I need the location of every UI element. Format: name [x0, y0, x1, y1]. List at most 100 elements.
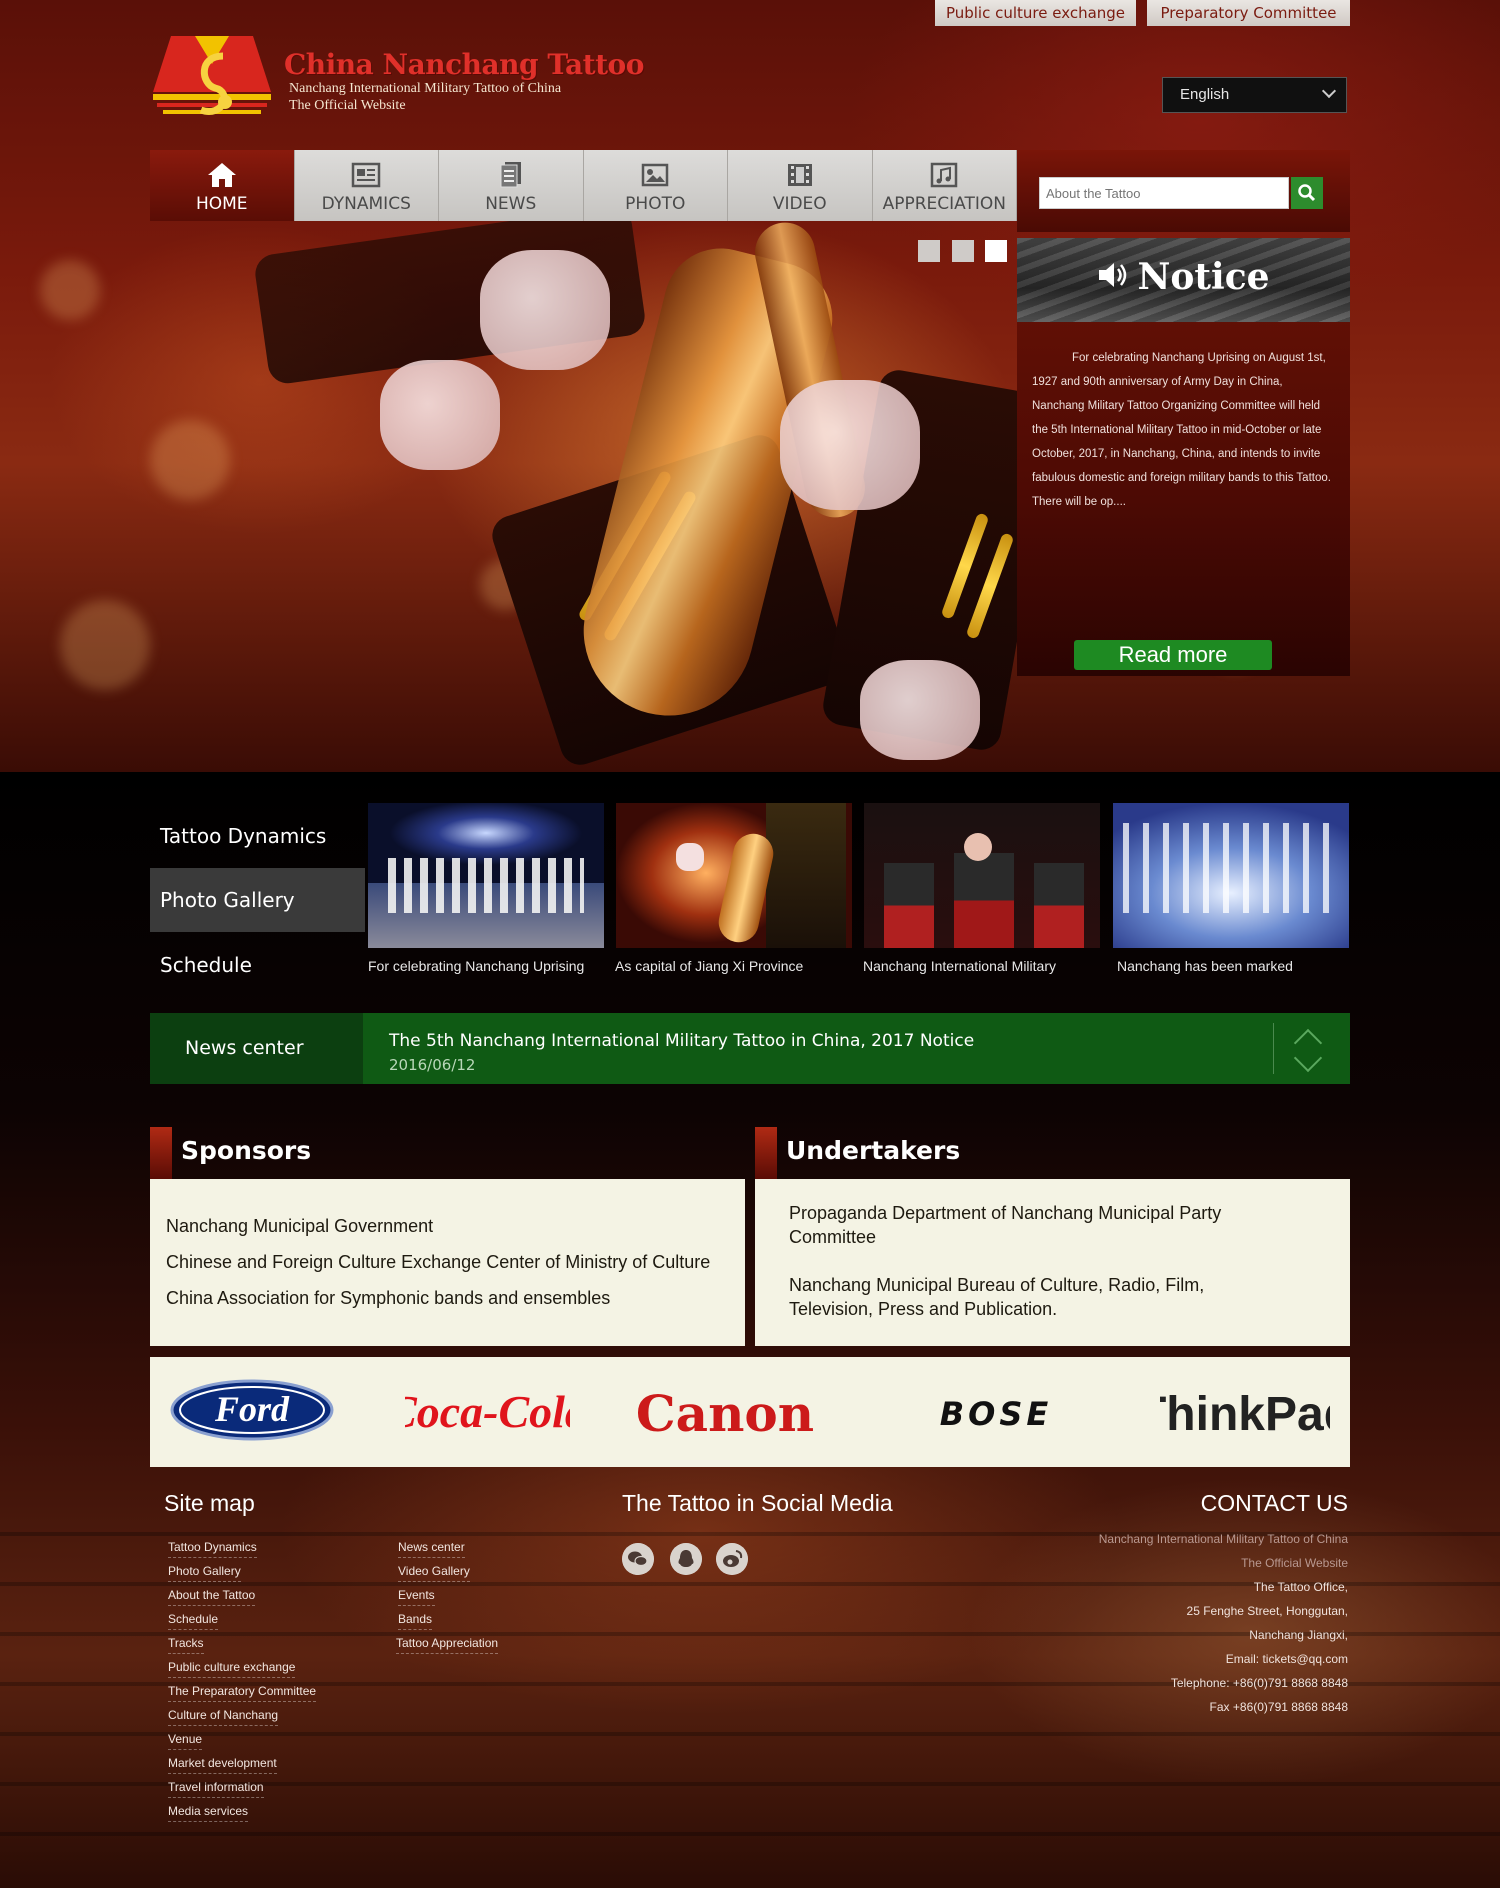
- contact-line: Nanchang International Military Tattoo o…: [1098, 1532, 1348, 1546]
- slider-dot[interactable]: [952, 240, 974, 262]
- notice-panel: Notice For celebrating Nanchang Uprising…: [1017, 238, 1350, 676]
- sitemap-link[interactable]: Media services: [168, 1804, 249, 1822]
- nav-home[interactable]: HOME: [150, 150, 295, 221]
- nav-label: APPRECIATION: [882, 194, 1006, 214]
- nav-video[interactable]: VIDEO: [728, 150, 873, 221]
- preparatory-committee-link[interactable]: Preparatory Committee: [1147, 0, 1350, 26]
- sitemap-link[interactable]: Photo Gallery: [168, 1564, 241, 1582]
- sitemap-link[interactable]: About the Tattoo: [168, 1588, 256, 1606]
- sponsors-list: Nanchang Municipal Government Chinese an…: [150, 1179, 745, 1346]
- main-nav: HOME DYNAMICS NEWS PHOTO VIDEO APPRECIAT…: [150, 150, 1017, 221]
- nav-label: DYNAMICS: [321, 194, 411, 214]
- nav-news[interactable]: NEWS: [439, 150, 584, 221]
- gallery-thumbnail[interactable]: [864, 803, 1100, 948]
- nav-label: VIDEO: [772, 194, 827, 214]
- news-date: 2016/06/12: [389, 1056, 476, 1074]
- language-selected: English: [1180, 86, 1230, 103]
- gallery-thumbnail[interactable]: [368, 803, 604, 948]
- weibo-icon[interactable]: [716, 1543, 748, 1575]
- contact-line: 25 Fenghe Street, Honggutan,: [1186, 1604, 1348, 1618]
- undertakers-list: Propaganda Department of Nanchang Munici…: [755, 1179, 1350, 1346]
- bose-logo[interactable]: BOSE: [885, 1397, 1107, 1429]
- nav-dynamics[interactable]: DYNAMICS: [294, 150, 439, 221]
- chevron-down-icon: [1321, 83, 1337, 99]
- sitemap-link[interactable]: Culture of Nanchang: [168, 1708, 279, 1726]
- sitemap-link[interactable]: Bands: [398, 1612, 433, 1630]
- search-panel: [1017, 150, 1350, 232]
- news-headline[interactable]: The 5th Nanchang International Military …: [389, 1031, 974, 1051]
- logo-title: China Nanchang Tattoo: [284, 48, 644, 81]
- news-center-label: News center: [150, 1013, 363, 1084]
- qq-icon[interactable]: [670, 1543, 702, 1575]
- sitemap-link[interactable]: Tattoo Appreciation: [396, 1636, 499, 1654]
- sponsors-heading: Sponsors: [150, 1127, 311, 1179]
- home-icon: [207, 163, 236, 187]
- nav-appreciation[interactable]: APPRECIATION: [872, 150, 1017, 221]
- svg-text:Ford: Ford: [214, 1389, 290, 1429]
- sitemap-link[interactable]: Tracks: [168, 1636, 204, 1654]
- undertaker-item: Propaganda Department of Nanchang Munici…: [789, 1203, 1222, 1247]
- nav-label: HOME: [195, 194, 248, 214]
- tab-schedule[interactable]: Schedule: [150, 933, 365, 997]
- sitemap-link[interactable]: Events: [398, 1588, 435, 1606]
- sitemap-link[interactable]: Schedule: [168, 1612, 219, 1630]
- nav-label: PHOTO: [625, 194, 686, 214]
- sitemap-link[interactable]: Video Gallery: [398, 1564, 470, 1582]
- tab-photo-gallery[interactable]: Photo Gallery: [150, 868, 365, 932]
- thinkpad-logo[interactable]: ThinkPad: [1160, 1382, 1330, 1442]
- coca-cola-logo[interactable]: Coca-Cola: [405, 1379, 570, 1445]
- gallery-caption[interactable]: Nanchang has been marked: [1117, 958, 1293, 974]
- sitemap-link[interactable]: Venue: [168, 1732, 203, 1750]
- undertaker-item: Nanchang Municipal Bureau of Culture, Ra…: [789, 1275, 1205, 1319]
- sitemap-link[interactable]: Travel information: [168, 1780, 264, 1798]
- wechat-icon[interactable]: [622, 1543, 654, 1575]
- gallery-caption[interactable]: Nanchang International Military: [863, 958, 1056, 974]
- canon-logo[interactable]: Canon: [620, 1385, 830, 1441]
- tab-tattoo-dynamics[interactable]: Tattoo Dynamics: [150, 804, 365, 868]
- news-center-bar: News center The 5th Nanchang Internation…: [150, 1013, 1350, 1084]
- svg-text:ThinkPad: ThinkPad: [1160, 1388, 1330, 1441]
- ford-logo[interactable]: Ford: [170, 1379, 334, 1441]
- contact-line[interactable]: Email: tickets@qq.com: [1226, 1652, 1348, 1666]
- film-icon: [787, 164, 812, 186]
- sitemap-link[interactable]: Tattoo Dynamics: [168, 1540, 257, 1558]
- sitemap-link[interactable]: The Preparatory Committee: [168, 1684, 317, 1702]
- speaker-icon: [1099, 263, 1127, 287]
- gallery-thumbnail[interactable]: [616, 803, 852, 948]
- svg-text:Canon: Canon: [636, 1385, 814, 1441]
- notice-title-text: Notice: [1137, 256, 1270, 298]
- read-more-button[interactable]: Read more: [1074, 640, 1272, 670]
- gallery-thumbnail[interactable]: [1113, 803, 1349, 948]
- slider-dot[interactable]: [918, 240, 940, 262]
- tattoo-logo-icon: [153, 36, 271, 115]
- newspaper-icon: [352, 162, 381, 188]
- public-culture-exchange-link[interactable]: Public culture exchange: [935, 0, 1136, 26]
- social-media-heading: The Tattoo in Social Media: [622, 1490, 893, 1516]
- gallery-caption[interactable]: As capital of Jiang Xi Province: [615, 958, 803, 974]
- sitemap-heading: Site map: [164, 1490, 255, 1516]
- search-button[interactable]: [1291, 177, 1323, 209]
- document-icon: [500, 162, 521, 188]
- sponsor-item: Nanchang Municipal Government: [166, 1216, 434, 1236]
- language-select[interactable]: English: [1162, 77, 1347, 113]
- notice-title: Notice: [1017, 256, 1350, 298]
- notice-header: Notice: [1017, 238, 1350, 322]
- partner-logos: Ford Coca-Cola Canon BOSE ThinkPad: [150, 1357, 1350, 1467]
- slider-dot-active[interactable]: [985, 240, 1007, 262]
- image-icon: [642, 163, 669, 187]
- svg-text:Coca-Cola: Coca-Cola: [405, 1386, 570, 1437]
- sitemap-link[interactable]: Market development: [168, 1756, 277, 1774]
- sitemap-link[interactable]: Public culture exchange: [168, 1660, 296, 1678]
- undertakers-heading: Undertakers: [755, 1127, 960, 1179]
- sitemap-link[interactable]: News center: [398, 1540, 465, 1558]
- nav-label: NEWS: [485, 194, 537, 214]
- site-logo[interactable]: China Nanchang Tattoo Nanchang Internati…: [153, 36, 644, 120]
- contact-heading: CONTACT US: [1200, 1490, 1348, 1516]
- contact-line: The Tattoo Office,: [1253, 1580, 1348, 1594]
- logo-subtitle: Nanchang International Military Tattoo o…: [289, 81, 562, 96]
- logo-subtitle-official: The Official Website: [289, 98, 406, 113]
- nav-photo[interactable]: PHOTO: [583, 150, 728, 221]
- gallery-caption[interactable]: For celebrating Nanchang Uprising: [368, 958, 584, 974]
- search-input[interactable]: [1039, 177, 1289, 209]
- sponsor-item: Chinese and Foreign Culture Exchange Cen…: [166, 1252, 711, 1272]
